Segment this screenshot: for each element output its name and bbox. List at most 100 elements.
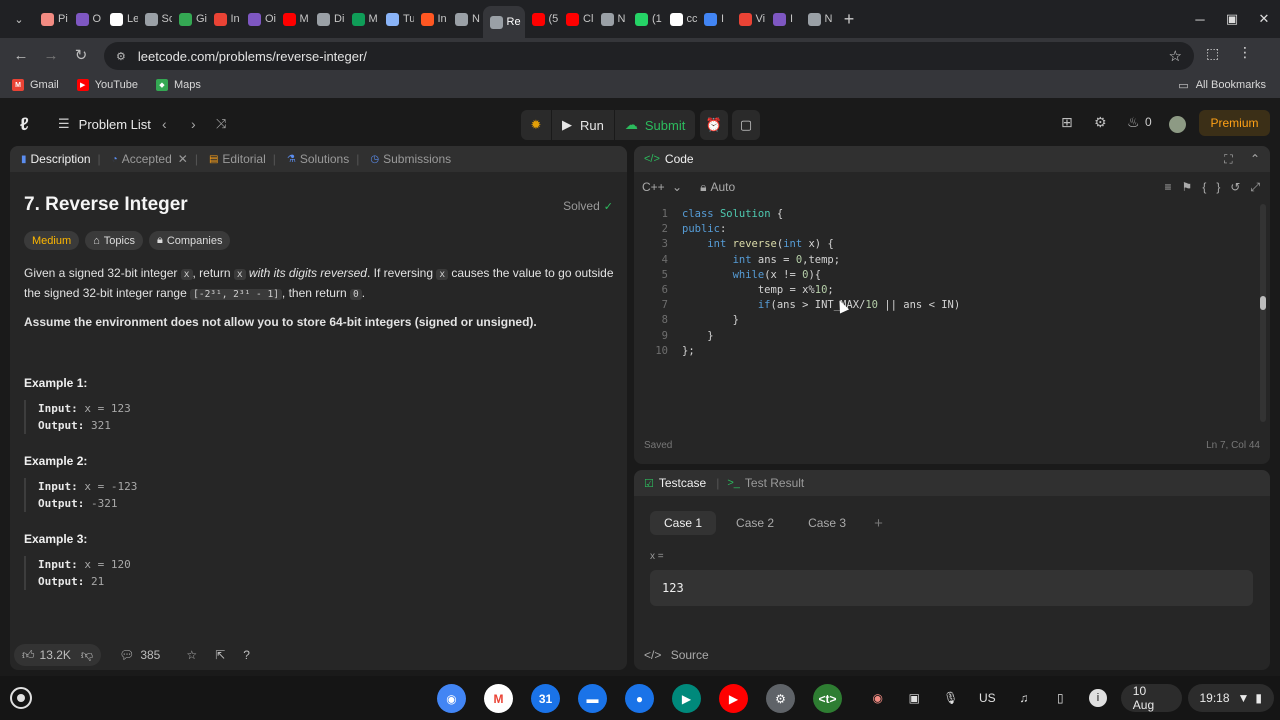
bookmark-icon[interactable]: ⚑ xyxy=(1182,180,1203,194)
settings-app-icon[interactable]: ⚙ xyxy=(766,684,795,713)
calendar-app-icon[interactable]: 31 xyxy=(531,684,560,713)
browser-tab[interactable]: I xyxy=(766,4,801,34)
browser-tab[interactable]: In xyxy=(207,4,242,34)
date-pill[interactable]: 10 Aug xyxy=(1120,684,1182,712)
media-controls-icon[interactable]: ♫ xyxy=(1010,684,1038,712)
code-editor[interactable]: 1 class Solution {2 public: 3 int reverse(i… xyxy=(634,207,1270,359)
next-problem-chevron-icon[interactable]: › xyxy=(191,116,196,132)
browser-tab[interactable]: Le xyxy=(103,4,138,34)
terminal-app-icon[interactable]: <t> xyxy=(813,684,842,713)
leetcode-logo-icon[interactable]: ℓ xyxy=(20,114,29,135)
tab-editorial[interactable]: ▤ Editorial xyxy=(198,152,266,166)
browser-tab[interactable]: Re✕ xyxy=(482,6,525,38)
gmail-app-icon[interactable]: M xyxy=(484,684,513,713)
source-button[interactable]: </> Source xyxy=(644,648,709,662)
tab-description[interactable]: ▮ Description xyxy=(10,152,91,166)
tab-solutions[interactable]: ⚗ Solutions xyxy=(276,152,349,166)
reset-icon[interactable]: ↺ xyxy=(1230,180,1250,194)
format-icon[interactable]: ≡ xyxy=(1165,180,1182,194)
editor-scrollbar[interactable] xyxy=(1260,204,1266,422)
browser-tab[interactable]: Sc xyxy=(138,4,172,34)
layout-grid-icon[interactable]: ⊞ xyxy=(1061,114,1073,131)
browser-tab[interactable]: M xyxy=(276,4,311,34)
case-tab-1[interactable]: Case 1 xyxy=(650,511,717,535)
add-case-plus-icon[interactable]: + xyxy=(866,511,891,535)
premium-button[interactable]: Premium xyxy=(1199,110,1270,136)
new-tab-plus-icon[interactable]: + xyxy=(835,9,863,30)
topics-tag[interactable]: ⌂ Topics xyxy=(85,231,143,250)
timer-alarm-icon[interactable]: ⏰ xyxy=(700,110,728,140)
browser-tab[interactable]: Tu xyxy=(379,4,414,34)
extensions-icon[interactable]: ⬚ xyxy=(1206,45,1219,62)
browser-tab[interactable]: (1 xyxy=(628,4,663,34)
help-icon[interactable]: ? xyxy=(243,648,250,662)
debug-bug-icon[interactable]: ✹ xyxy=(521,110,551,140)
mode-label[interactable]: Auto xyxy=(710,180,735,195)
case-tab-3[interactable]: Case 3 xyxy=(794,511,860,535)
browser-tab[interactable]: N xyxy=(594,4,629,34)
bookmark-youtube[interactable]: ▶ YouTube xyxy=(76,79,138,91)
star-icon[interactable]: ☆ xyxy=(186,648,197,662)
files-app-icon[interactable]: ▬ xyxy=(578,684,607,713)
browser-tab[interactable]: I xyxy=(697,4,732,34)
site-info-icon[interactable]: ⚙ xyxy=(116,50,126,63)
browser-tab[interactable]: O xyxy=(69,4,104,34)
browser-tab[interactable]: N xyxy=(801,4,836,34)
tab-test-result[interactable]: >_ Test Result xyxy=(727,476,804,490)
reload-icon[interactable]: ↻ xyxy=(66,46,96,64)
back-arrow-icon[interactable]: ← xyxy=(6,47,36,64)
expand-icon[interactable]: ⤢ xyxy=(1250,180,1260,194)
thumbs-down-icon[interactable]: 👎︎ xyxy=(81,648,93,663)
status-pill[interactable]: 19:18 ▼ ▮ xyxy=(1187,684,1275,712)
browser-tab[interactable]: N xyxy=(448,4,483,34)
minimize-icon[interactable]: ─ xyxy=(1184,12,1216,27)
browser-tab[interactable]: In xyxy=(414,4,449,34)
browser-tab[interactable]: Cl xyxy=(559,4,594,34)
prev-problem-chevron-icon[interactable]: ‹ xyxy=(162,116,167,132)
problem-list-button[interactable]: ☰ Problem List xyxy=(58,116,151,132)
chrome-app-icon[interactable]: ◉ xyxy=(437,684,466,713)
browser-menu-icon[interactable]: ⋮ xyxy=(1238,44,1252,61)
microphone-icon[interactable]: 🎙︎ xyxy=(937,684,965,712)
tab-submissions[interactable]: ◷ Submissions xyxy=(359,152,451,166)
settings-gear-icon[interactable]: ⚙ xyxy=(1094,114,1107,131)
tab-testcase[interactable]: ☑ Testcase xyxy=(634,476,706,490)
browser-tab[interactable]: Pi xyxy=(34,4,69,34)
scroll-thumb[interactable] xyxy=(1260,296,1266,310)
clipboard-icon[interactable]: ▣ xyxy=(901,684,929,712)
avatar[interactable] xyxy=(1169,116,1186,133)
collapse-chevron-icon[interactable]: ⌃ xyxy=(1250,152,1260,166)
youtube-app-icon[interactable]: ▶ xyxy=(719,684,748,713)
streak-flame-icon[interactable]: ♨ xyxy=(1127,114,1140,131)
tab-accepted[interactable]: ◔ Accepted ✕ xyxy=(101,152,188,166)
close-tab-icon[interactable]: ✕ xyxy=(178,152,188,166)
close-window-icon[interactable]: ✕ xyxy=(1248,11,1280,27)
all-bookmarks[interactable]: ▭ All Bookmarks xyxy=(1178,79,1266,92)
thumbs-up-icon[interactable]: 👍︎ xyxy=(22,648,35,663)
companies-tag[interactable]: 🔒︎ Companies xyxy=(148,231,231,250)
meet-app-icon[interactable]: ▶ xyxy=(672,684,701,713)
submit-button[interactable]: ☁ Submit xyxy=(613,110,695,140)
input-method[interactable]: US xyxy=(974,684,1002,712)
maximize-icon[interactable]: ▣ xyxy=(1216,11,1248,27)
browser-tab[interactable]: Gi xyxy=(172,4,207,34)
share-icon[interactable]: ⇱ xyxy=(215,648,225,662)
screen-record-icon[interactable]: ◉ xyxy=(864,684,892,712)
phone-hub-icon[interactable]: ▯ xyxy=(1047,684,1075,712)
run-button[interactable]: ▶ Run xyxy=(551,110,614,140)
bookmark-gmail[interactable]: M Gmail xyxy=(12,79,59,91)
tab-search-chevron-icon[interactable]: ⌄ xyxy=(4,5,34,33)
bookmark-star-icon[interactable]: ☆ xyxy=(1169,47,1182,65)
shuffle-icon[interactable]: ⤨ xyxy=(216,116,226,132)
fullscreen-icon[interactable]: ⛶ xyxy=(1224,152,1232,166)
browser-tab[interactable]: M xyxy=(345,4,380,34)
bookmark-maps[interactable]: ◆ Maps xyxy=(155,79,201,91)
language-select[interactable]: C++ ⌄ xyxy=(642,180,682,195)
braces-icon[interactable]: {} xyxy=(1202,180,1230,194)
notes-icon[interactable]: ▢ xyxy=(732,110,760,140)
comment-icon[interactable]: 💬︎ xyxy=(119,648,134,662)
browser-tab[interactable]: Vi xyxy=(732,4,767,34)
info-icon[interactable]: i xyxy=(1089,689,1107,707)
browser-tab[interactable]: cc xyxy=(663,4,697,34)
launcher-icon[interactable] xyxy=(10,687,32,709)
